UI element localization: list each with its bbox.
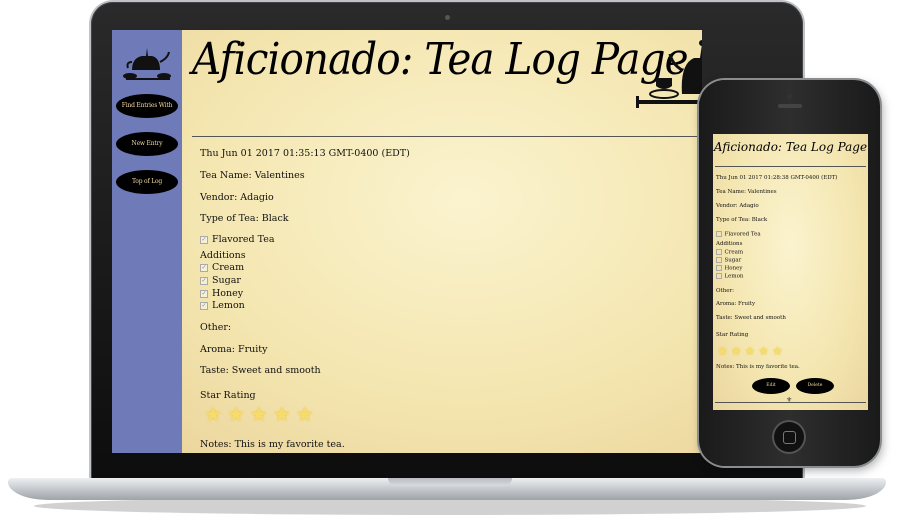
addition-cream-checkbox[interactable]: ✓ Cream <box>200 262 244 273</box>
addition-lemon-checkbox[interactable]: ✓ Lemon <box>200 300 245 311</box>
star-icon[interactable]: ★ <box>745 344 756 358</box>
delete-button[interactable]: Delete <box>796 378 834 394</box>
new-entry-button[interactable]: New Entry <box>116 132 178 156</box>
checkbox-icon: ✓ <box>200 289 208 298</box>
laptop-notch <box>388 478 512 486</box>
star-icon[interactable]: ★ <box>227 404 245 424</box>
checkbox-icon: ✓ <box>200 276 208 285</box>
sidebar: Find Entries With New Entry Top of Log <box>112 30 182 453</box>
phone-speaker <box>778 104 802 108</box>
phone-vendor-field: Vendor: Adagio <box>716 203 759 209</box>
ornament-icon: ⚜ <box>786 396 793 404</box>
phone-additions-label: Additions <box>716 241 743 247</box>
phone-other-field: Other: <box>716 288 734 294</box>
star-icon[interactable]: ★ <box>758 344 769 358</box>
teapot-icon <box>123 48 171 80</box>
laptop-camera <box>445 15 450 20</box>
star-icon[interactable]: ★ <box>273 404 291 424</box>
checkbox-icon <box>716 265 722 271</box>
checkbox-icon: ✓ <box>200 301 208 310</box>
checkbox-icon: ✓ <box>200 235 208 244</box>
phone-tea-type-field: Type of Tea: Black <box>716 217 768 223</box>
phone-camera <box>787 94 792 99</box>
flavored-checkbox[interactable]: ✓ Flavored Tea <box>200 234 275 245</box>
star-icon[interactable]: ★ <box>772 344 783 358</box>
phone-page-title: Aficionado: Tea Log Page <box>713 140 868 154</box>
phone-entry-timestamp: Thu Jun 01 2017 01:28:38 GMT-0400 (EDT) <box>716 175 838 181</box>
entry-timestamp: Thu Jun 01 2017 01:35:13 GMT-0400 (EDT) <box>200 148 410 159</box>
phone-aroma-field: Aroma: Fruity <box>716 301 756 307</box>
phone-addition-cream-checkbox[interactable]: Cream <box>716 249 743 255</box>
taste-field: Taste: Sweet and smooth <box>200 365 321 376</box>
top-of-log-button[interactable]: Top of Log <box>116 170 178 194</box>
phone-addition-honey-checkbox[interactable]: Honey <box>716 265 743 271</box>
other-field: Other: <box>200 322 232 333</box>
vendor-field: Vendor: Adagio <box>200 192 274 203</box>
notes-field: Notes: This is my favorite tea. <box>200 439 345 450</box>
laptop-screen: Find Entries With New Entry Top of Log A… <box>112 30 702 453</box>
phone-header-divider <box>715 166 866 167</box>
star-rating-label: Star Rating <box>200 390 256 401</box>
find-entries-button[interactable]: Find Entries With <box>116 94 178 118</box>
addition-honey-checkbox[interactable]: ✓ Honey <box>200 288 243 299</box>
checkbox-icon <box>716 231 722 237</box>
tea-type-field: Type of Tea: Black <box>200 213 289 224</box>
star-icon[interactable]: ★ <box>731 344 742 358</box>
phone-flavored-checkbox[interactable]: Flavored Tea <box>716 231 761 237</box>
phone-notes-field: Notes: This is my favorite tea. <box>716 364 800 370</box>
tea-set-icon <box>636 40 702 108</box>
aroma-field: Aroma: Fruity <box>200 344 268 355</box>
additions-label: Additions <box>200 250 246 261</box>
star-icon[interactable]: ★ <box>296 404 314 424</box>
star-rating[interactable]: ★ ★ ★ ★ ★ <box>204 404 319 425</box>
page-title: Aficionado: Tea Log Page <box>192 34 689 85</box>
phone-taste-field: Taste: Sweet and smooth <box>716 315 786 321</box>
checkbox-icon <box>716 273 722 279</box>
phone-star-rating-label: Star Rating <box>716 332 749 338</box>
edit-button[interactable]: Edit <box>752 378 790 394</box>
star-icon[interactable]: ★ <box>717 344 728 358</box>
phone-addition-sugar-checkbox[interactable]: Sugar <box>716 257 741 263</box>
phone-screen: Aficionado: Tea Log Page Thu Jun 01 2017… <box>713 134 868 410</box>
checkbox-icon <box>716 249 722 255</box>
star-icon[interactable]: ★ <box>250 404 268 424</box>
star-icon[interactable]: ★ <box>204 404 222 424</box>
home-square-icon <box>783 431 796 444</box>
tea-name-field: Tea Name: Valentines <box>200 170 305 181</box>
phone-addition-lemon-checkbox[interactable]: Lemon <box>716 273 743 279</box>
checkbox-icon: ✓ <box>200 263 208 272</box>
addition-sugar-checkbox[interactable]: ✓ Sugar <box>200 275 241 286</box>
phone-tea-name-field: Tea Name: Valentines <box>716 189 777 195</box>
header-divider <box>192 136 702 137</box>
phone-star-rating[interactable]: ★ ★ ★ ★ ★ <box>717 340 786 359</box>
checkbox-icon <box>716 257 722 263</box>
